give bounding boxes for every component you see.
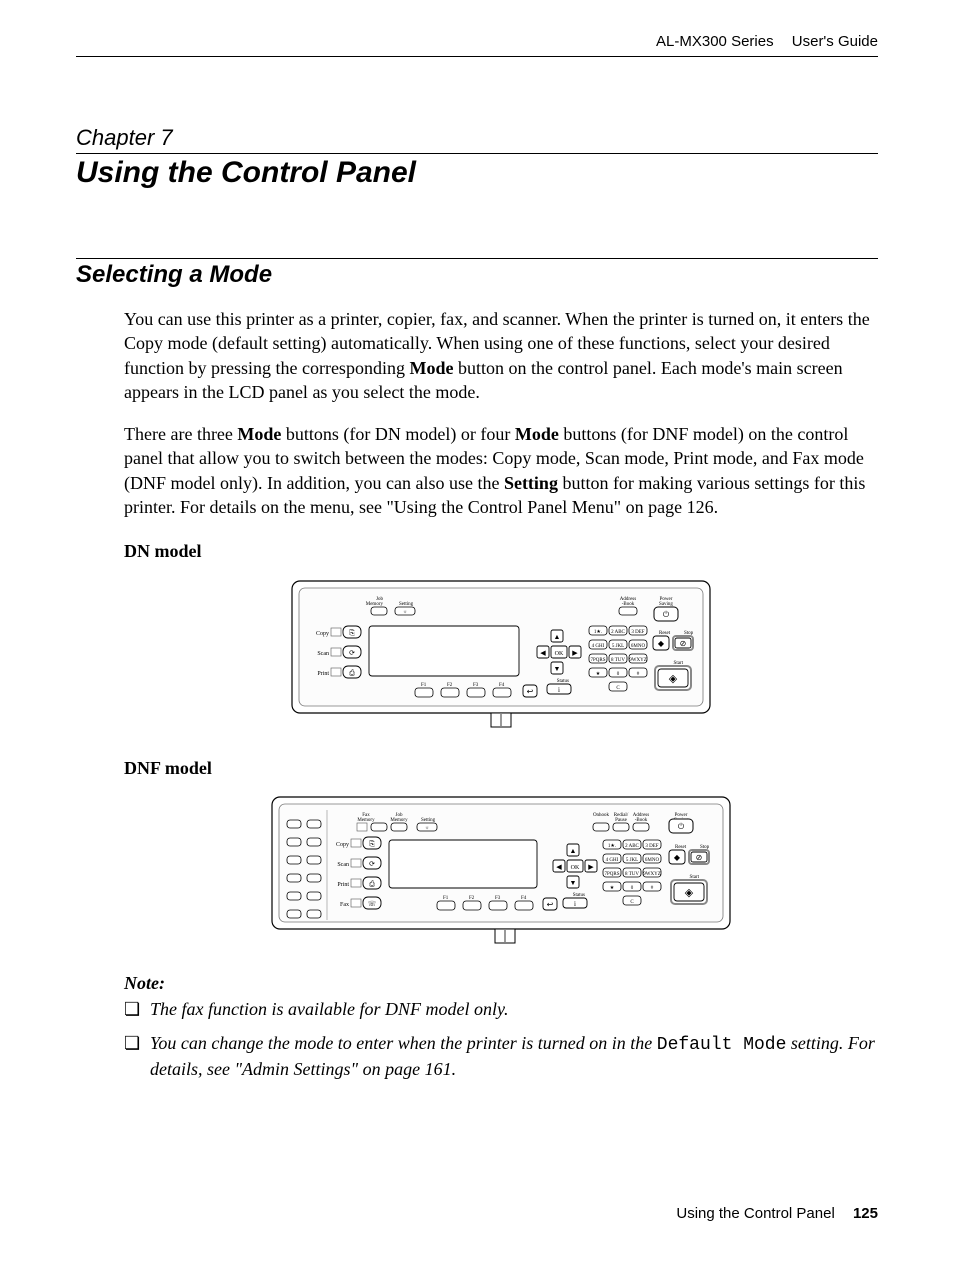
svg-text:OK: OK xyxy=(555,651,564,657)
svg-text:2 ABC: 2 ABC xyxy=(611,630,625,635)
page-number: 125 xyxy=(853,1205,878,1222)
chapter-label: Chapter 7 xyxy=(76,125,878,151)
svg-text:◆: ◆ xyxy=(658,639,665,648)
svg-text:4 GHI: 4 GHI xyxy=(606,858,619,863)
svg-text:F1: F1 xyxy=(443,896,449,901)
svg-text:Print: Print xyxy=(337,882,349,888)
svg-text:Fax: Fax xyxy=(340,902,349,908)
svg-text:▼: ▼ xyxy=(570,879,577,887)
svg-text:F3: F3 xyxy=(473,683,479,688)
dn-model-heading: DN model xyxy=(124,539,878,563)
svg-text:-Book: -Book xyxy=(635,818,648,823)
note-item-2: You can change the mode to enter when th… xyxy=(124,1031,878,1082)
svg-text:Copy: Copy xyxy=(316,631,329,637)
chapter-title: Using the Control Panel xyxy=(76,153,878,190)
svg-text:8 TUV: 8 TUV xyxy=(625,872,639,877)
svg-text:8 TUV: 8 TUV xyxy=(611,658,625,663)
svg-text:-Book: -Book xyxy=(622,602,635,607)
svg-text:9WXYZ: 9WXYZ xyxy=(629,658,647,663)
svg-text:Scan: Scan xyxy=(337,862,349,868)
svg-text:7PQRS: 7PQRS xyxy=(590,658,605,663)
svg-text:Saving: Saving xyxy=(659,602,673,607)
note-item-1: The fax function is available for DNF mo… xyxy=(124,997,878,1021)
svg-text:3 DEF: 3 DEF xyxy=(645,844,658,849)
svg-text:◆: ◆ xyxy=(674,853,681,862)
svg-text:i: i xyxy=(558,686,560,694)
svg-text:↩: ↩ xyxy=(547,900,554,909)
section-title: Selecting a Mode xyxy=(76,258,878,289)
footer-text: Using the Control Panel xyxy=(676,1205,834,1222)
svg-text:5 JKL: 5 JKL xyxy=(626,858,638,863)
svg-text:7PQRS: 7PQRS xyxy=(604,872,619,877)
svg-text:1★.: 1★. xyxy=(608,843,616,849)
svg-text:⏻: ⏻ xyxy=(678,822,685,831)
svg-text:Setting: Setting xyxy=(399,602,414,607)
svg-text:Status: Status xyxy=(573,893,585,898)
svg-text:⊘: ⊘ xyxy=(680,639,687,648)
svg-text:Status: Status xyxy=(557,679,569,684)
svg-text:Reset: Reset xyxy=(675,845,687,850)
svg-text:◈: ◈ xyxy=(669,673,678,685)
svg-text:Memory: Memory xyxy=(357,818,375,823)
svg-text:⟳: ⟳ xyxy=(369,860,375,868)
svg-text:Memory: Memory xyxy=(366,602,384,607)
header-guide: User's Guide xyxy=(792,33,878,50)
svg-text:★: ★ xyxy=(596,671,601,677)
svg-text:Reset: Reset xyxy=(659,631,671,636)
svg-text:◀: ◀ xyxy=(556,863,562,871)
svg-text:◈: ◈ xyxy=(685,887,694,899)
svg-text:⎘: ⎘ xyxy=(349,629,355,637)
svg-text:⊘: ⊘ xyxy=(696,853,703,862)
svg-text:☼: ☼ xyxy=(425,826,430,831)
svg-text:☼: ☼ xyxy=(403,610,408,615)
svg-text:☏: ☏ xyxy=(368,900,377,908)
svg-text:F3: F3 xyxy=(495,896,501,901)
svg-text:⏻: ⏻ xyxy=(663,610,670,619)
svg-text:3 DEF: 3 DEF xyxy=(631,630,644,635)
svg-text:↩: ↩ xyxy=(527,687,534,696)
svg-text:Copy: Copy xyxy=(336,842,349,848)
svg-text:i: i xyxy=(574,900,576,908)
paragraph-2: There are three Mode buttons (for DN mod… xyxy=(124,422,878,519)
svg-text:1★.: 1★. xyxy=(594,629,602,635)
svg-text:9WXYZ: 9WXYZ xyxy=(643,872,661,877)
svg-text:⎘: ⎘ xyxy=(369,840,375,848)
svg-text:▶: ▶ xyxy=(572,649,578,657)
svg-text:Memory: Memory xyxy=(390,818,408,823)
svg-text:2 ABC: 2 ABC xyxy=(625,844,639,849)
svg-text:▶: ▶ xyxy=(588,863,594,871)
svg-text:OK: OK xyxy=(571,865,580,871)
paragraph-1: You can use this printer as a printer, c… xyxy=(124,307,878,404)
svg-text:6MNO: 6MNO xyxy=(631,644,646,649)
note-heading: Note: xyxy=(124,971,878,995)
dnf-model-heading: DNF model xyxy=(124,756,878,780)
svg-text:F2: F2 xyxy=(469,896,475,901)
svg-text:Scan: Scan xyxy=(317,651,329,657)
svg-text:Onhook: Onhook xyxy=(593,813,610,818)
svg-text:F2: F2 xyxy=(447,683,453,688)
svg-text:Setting: Setting xyxy=(421,818,436,823)
header-series: AL-MX300 Series xyxy=(656,33,774,50)
page-footer: Using the Control Panel 125 xyxy=(676,1205,878,1222)
svg-text:4 GHI: 4 GHI xyxy=(592,644,605,649)
svg-text:⟳: ⟳ xyxy=(349,649,355,657)
svg-text:★: ★ xyxy=(610,885,615,891)
svg-text:▼: ▼ xyxy=(554,665,561,673)
dn-model-figure: Job Memory Setting ☼ Address -Book Power… xyxy=(124,580,878,736)
svg-text:▲: ▲ xyxy=(554,633,561,641)
svg-text:F1: F1 xyxy=(421,683,427,688)
svg-text:5 JKL: 5 JKL xyxy=(612,644,624,649)
page-header: AL-MX300 Series User's Guide xyxy=(76,33,878,50)
svg-text:6MNO: 6MNO xyxy=(645,858,660,863)
svg-text:Pause: Pause xyxy=(615,818,627,823)
svg-text:⎙: ⎙ xyxy=(369,880,375,888)
dnf-model-figure: Fax Memory Job Memory Setting ☼ Onhook R… xyxy=(124,796,878,952)
svg-text:⎙: ⎙ xyxy=(349,669,355,677)
svg-text:F4: F4 xyxy=(521,896,527,901)
svg-text:Print: Print xyxy=(317,671,329,677)
svg-text:F4: F4 xyxy=(499,683,505,688)
svg-text:◀: ◀ xyxy=(540,649,546,657)
svg-text:▲: ▲ xyxy=(570,847,577,855)
